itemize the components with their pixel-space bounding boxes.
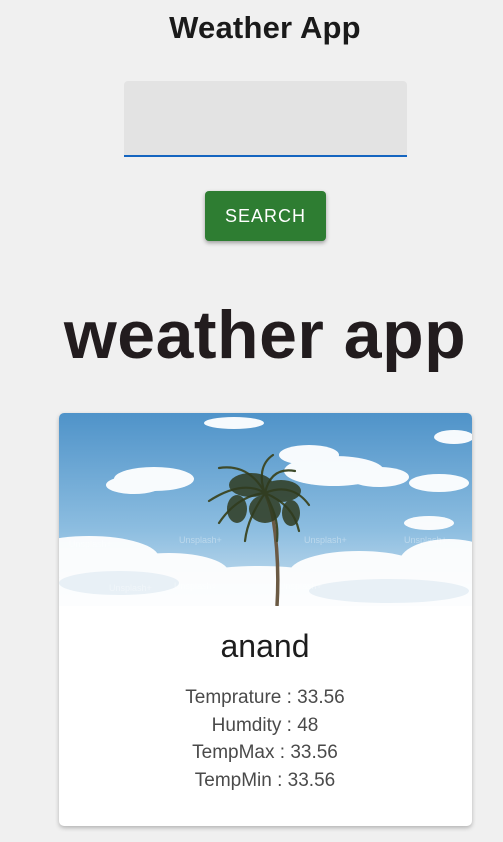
palm-tree-sky-photo: Unsplash+ Unsplash+ Unsplash+ Unsplash+ …: [59, 413, 472, 606]
card-city: anand: [220, 628, 310, 664]
svg-text:Unsplash+: Unsplash+: [279, 581, 322, 591]
svg-text:Unsplash+: Unsplash+: [179, 535, 222, 545]
search-field[interactable]: [124, 81, 407, 157]
svg-text:Unsplash+: Unsplash+: [304, 535, 347, 545]
stat-humidity: Humdity : 48: [211, 714, 319, 736]
stat-temp-min: TempMin : 33.56: [194, 769, 336, 791]
stat-temp-max: TempMax : 33.56: [192, 742, 338, 763]
svg-text:Unsplash+: Unsplash+: [109, 583, 152, 593]
svg-text:Unsplash+: Unsplash+: [404, 535, 447, 545]
search-button[interactable]: SEARCH: [205, 191, 326, 241]
search-input[interactable]: [124, 81, 407, 155]
weather-stats: Temprature : 33.56 Humdity : 48 TempMax …: [0, 684, 503, 794]
watermark-text: Unsplash+: [69, 539, 112, 549]
app-title: Weather App: [169, 10, 361, 45]
stat-temperature: Temprature : 33.56: [185, 687, 345, 708]
page: Weather App SEARCH weather app Unsplash+…: [0, 0, 503, 842]
svg-text:Unsplash+: Unsplash+: [174, 581, 217, 591]
hero-heading: weather app: [63, 297, 467, 373]
